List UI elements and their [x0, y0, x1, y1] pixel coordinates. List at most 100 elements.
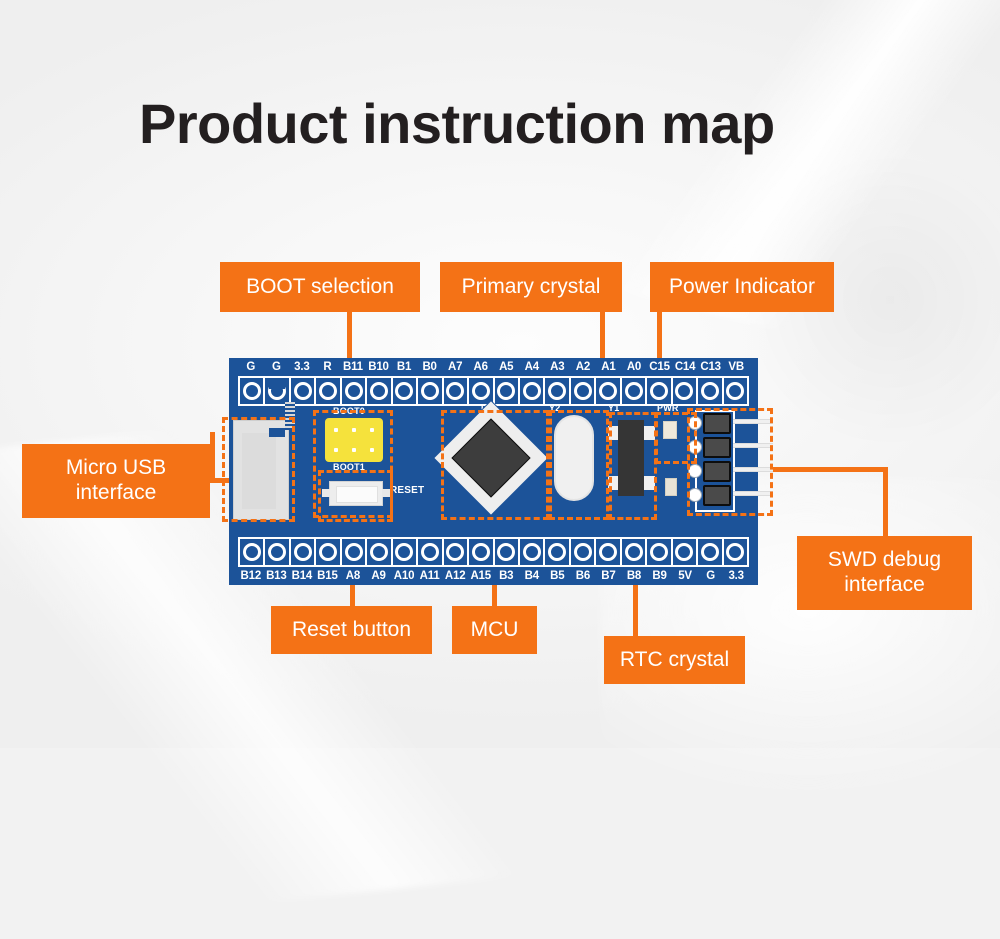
- header-pad[interactable]: [495, 378, 520, 404]
- callout-primary-crystal[interactable]: Primary crystal: [440, 262, 622, 312]
- header-pad[interactable]: [418, 378, 444, 404]
- header-pad[interactable]: [291, 539, 317, 565]
- pad-hole-icon: [369, 543, 388, 561]
- header-pad[interactable]: [342, 378, 368, 404]
- pin-label: B8: [626, 570, 642, 582]
- callout-label-line1: Micro USB: [65, 456, 167, 480]
- header-pad[interactable]: [724, 378, 747, 404]
- pad-hole-icon: [548, 382, 567, 400]
- header-pad[interactable]: [673, 539, 699, 565]
- header-pad[interactable]: [444, 378, 470, 404]
- pin-label: A15: [470, 570, 491, 582]
- header-pad[interactable]: [265, 539, 291, 565]
- header-pad[interactable]: [316, 539, 342, 565]
- header-pad[interactable]: [571, 378, 597, 404]
- header-pad[interactable]: [469, 378, 495, 404]
- pin-label: A10: [393, 570, 415, 582]
- pad-hole-icon: [573, 382, 592, 400]
- highlight-reset-button: [318, 470, 393, 522]
- header-pad[interactable]: [698, 378, 724, 404]
- header-pad[interactable]: [240, 378, 266, 404]
- header-pad[interactable]: [647, 539, 673, 565]
- callout-reset-button[interactable]: Reset button: [271, 606, 432, 654]
- header-pad[interactable]: [622, 378, 648, 404]
- header-pad[interactable]: [673, 378, 699, 404]
- header-bottom[interactable]: [238, 537, 749, 567]
- pad-hole-icon: [420, 543, 439, 561]
- header-top[interactable]: [238, 376, 749, 406]
- highlight-swd-debug: [687, 408, 773, 516]
- callout-label: BOOT selection: [246, 274, 394, 298]
- header-pad[interactable]: [469, 539, 495, 565]
- header-pad[interactable]: [393, 378, 419, 404]
- header-pad[interactable]: [367, 378, 393, 404]
- callout-rtc-crystal[interactable]: RTC crystal: [604, 636, 745, 684]
- header-pad[interactable]: [596, 539, 622, 565]
- callout-label-line2: interface: [75, 481, 157, 504]
- header-pad[interactable]: [291, 378, 317, 404]
- pin-label: C15: [649, 361, 670, 373]
- header-pad[interactable]: [418, 539, 444, 565]
- pin-label: B10: [368, 361, 389, 373]
- callout-micro-usb-interface[interactable]: Micro USB interface: [22, 444, 210, 518]
- pin-label: C13: [700, 361, 721, 373]
- header-pad[interactable]: [698, 539, 724, 565]
- pad-hole-icon: [344, 382, 363, 400]
- callout-label: Power Indicator: [669, 274, 815, 298]
- pin-label: B14: [291, 570, 313, 582]
- silk-reset: RESET: [390, 485, 425, 496]
- header-pad[interactable]: [596, 378, 622, 404]
- pin-label: B11: [343, 361, 363, 373]
- pin-label: B7: [601, 570, 616, 582]
- pad-hole-icon: [726, 543, 745, 561]
- pad-hole-icon: [395, 382, 414, 400]
- callout-swd-debug-interface[interactable]: SWD debug interface: [797, 536, 972, 610]
- header-pad[interactable]: [571, 539, 597, 565]
- pad-hole-icon: [649, 382, 668, 400]
- pin-label: VB: [728, 361, 744, 373]
- callout-boot-selection[interactable]: BOOT selection: [220, 262, 420, 312]
- header-pad[interactable]: [393, 539, 419, 565]
- header-pad[interactable]: [342, 539, 368, 565]
- pad-hole-icon: [522, 543, 541, 561]
- pad-hole-icon: [700, 382, 719, 400]
- header-pad[interactable]: [520, 378, 546, 404]
- pin-label: R: [323, 361, 332, 373]
- header-pad[interactable]: [724, 539, 747, 565]
- header-pad[interactable]: [367, 539, 393, 565]
- header-pad[interactable]: [444, 539, 470, 565]
- pad-hole-icon: [242, 382, 261, 400]
- header-pad[interactable]: [495, 539, 520, 565]
- pin-label: B6: [575, 570, 591, 582]
- header-pad[interactable]: [545, 378, 571, 404]
- callout-label: Primary crystal: [461, 274, 601, 298]
- pad-hole-icon: [268, 543, 287, 561]
- pad-hole-icon: [649, 543, 668, 561]
- led-series-resistor: [665, 478, 677, 496]
- header-pad[interactable]: [622, 539, 648, 565]
- pin-labels-bottom: B12 B13 B14 B15 A8 A9 A10 A11 A12 A15 B3…: [238, 568, 749, 584]
- pin-label: B3: [499, 570, 514, 582]
- pin-label: B0: [422, 361, 437, 373]
- pad-hole-icon: [497, 543, 516, 561]
- pin-label: 3.3: [728, 570, 744, 582]
- page-title: Product instruction map: [139, 92, 775, 155]
- callout-mcu[interactable]: MCU: [452, 606, 537, 654]
- pad-hole-icon: [624, 543, 643, 561]
- pin-label: G: [271, 361, 281, 373]
- callout-label: Reset button: [291, 617, 412, 641]
- header-pad[interactable]: [520, 539, 546, 565]
- pad-hole-icon: [675, 382, 694, 400]
- pin-label: B15: [317, 570, 338, 582]
- highlight-mcu: [441, 410, 549, 520]
- header-pad[interactable]: [240, 539, 266, 565]
- callout-power-indicator[interactable]: Power Indicator: [650, 262, 834, 312]
- header-pad[interactable]: [545, 539, 571, 565]
- pad-hole-icon: [573, 543, 592, 561]
- pad-hole-icon: [293, 543, 312, 561]
- highlight-micro-usb: [222, 417, 295, 522]
- header-pad[interactable]: [647, 378, 673, 404]
- header-pad[interactable]: [316, 378, 342, 404]
- pin-label: A2: [575, 361, 591, 373]
- pin-labels-top: G G 3.3 R B11 B10 B1 B0 A7 A6 A5 A4 A3 A…: [238, 359, 749, 375]
